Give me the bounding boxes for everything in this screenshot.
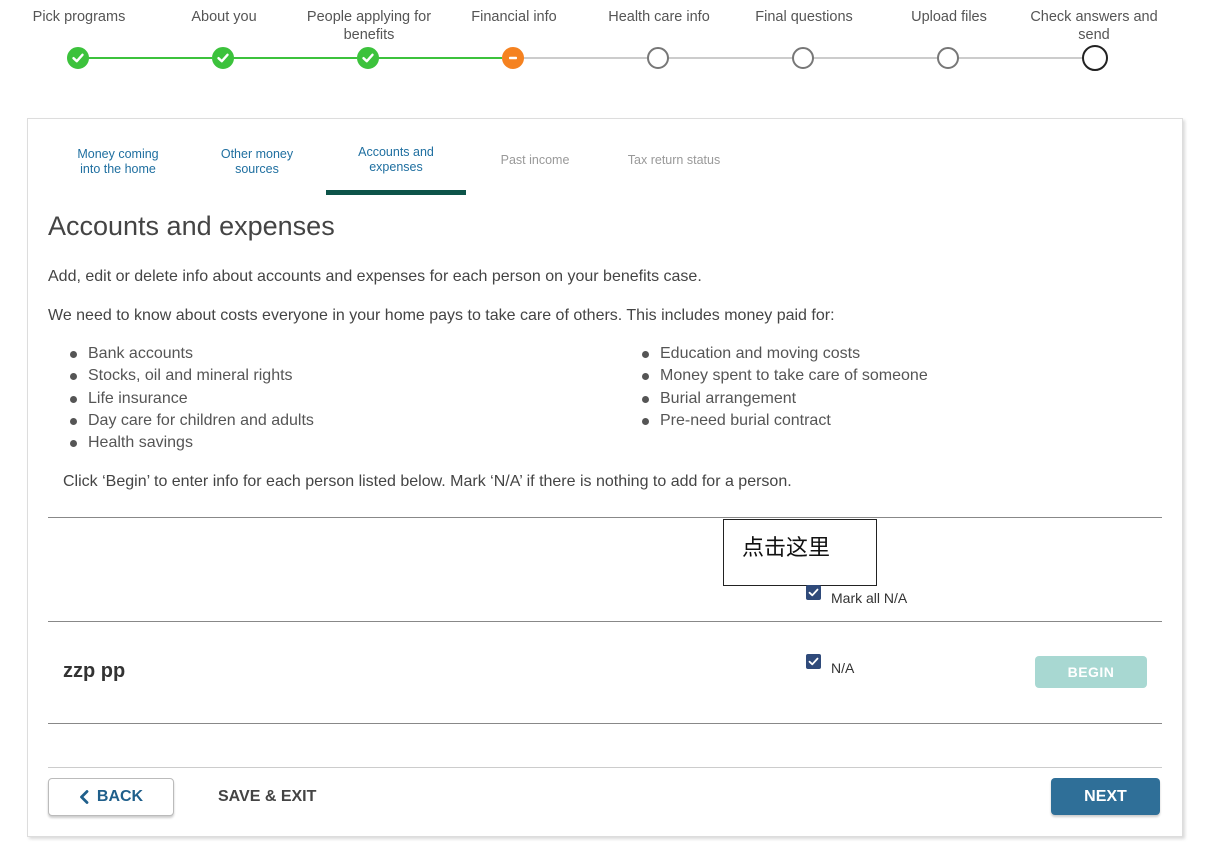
back-button[interactable]: BACK <box>48 778 174 816</box>
instruction-text: Click ‘Begin’ to enter info for each per… <box>63 473 792 490</box>
cost-list-left: Bank accounts Stocks, oil and mineral ri… <box>68 343 314 454</box>
step-label-financial-info: Financial info <box>471 9 557 25</box>
step-pending-circle-icon <box>792 47 814 69</box>
step-connector <box>378 57 502 59</box>
step-label-check-answers: Check answers and send <box>1030 9 1158 43</box>
divider <box>48 621 1162 622</box>
step-label-about-you: About you <box>191 9 257 25</box>
list-item: Health savings <box>68 432 314 454</box>
step-done-check-icon <box>212 47 234 69</box>
divider <box>48 723 1162 724</box>
divider <box>48 517 1162 518</box>
tab-other-money-sources[interactable]: Other money sources <box>187 143 327 195</box>
step-pending-circle-icon <box>937 47 959 69</box>
tab-label: Money coming into the home <box>77 147 159 176</box>
tab-label: Accounts and expenses <box>358 145 434 174</box>
next-button[interactable]: NEXT <box>1051 778 1160 815</box>
step-connector <box>813 57 937 59</box>
list-item: Stocks, oil and mineral rights <box>68 365 314 387</box>
tab-past-income: Past income <box>465 143 605 195</box>
person-na-label[interactable]: N/A <box>831 660 854 676</box>
step-done-check-icon <box>357 47 379 69</box>
intro-text: Add, edit or delete info about accounts … <box>48 268 702 285</box>
tab-accounts-and-expenses[interactable]: Accounts and expenses <box>326 143 466 195</box>
step-label-pick-programs: Pick programs <box>32 9 126 25</box>
checkmark-icon <box>808 657 819 666</box>
person-name: zzp pp <box>63 660 126 682</box>
step-connector <box>523 57 647 59</box>
list-item: Day care for children and adults <box>68 410 314 432</box>
cost-list-right: Education and moving costs Money spent t… <box>640 343 928 432</box>
annotation-box: 点击这里 <box>723 519 877 586</box>
step-connector <box>88 57 212 59</box>
step-label-final-questions: Final questions <box>755 9 853 25</box>
tab-label: Tax return status <box>627 153 721 167</box>
divider <box>48 767 1162 768</box>
list-item: Education and moving costs <box>640 343 928 365</box>
step-done-check-icon <box>67 47 89 69</box>
page-title: Accounts and expenses <box>48 211 335 241</box>
tab-label: Other money sources <box>220 147 294 176</box>
step-connector <box>668 57 792 59</box>
begin-button[interactable]: BEGIN <box>1035 656 1147 688</box>
step-label-people-applying: People applying for benefits <box>306 9 432 43</box>
list-item: Life insurance <box>68 388 314 410</box>
step-label-health-care-info: Health care info <box>608 9 710 25</box>
mark-all-na-label[interactable]: Mark all N/A <box>831 590 907 606</box>
progress-stepper: Pick programs About you People applying … <box>0 0 1226 90</box>
step-label-upload-files: Upload files <box>911 9 987 25</box>
tab-money-coming-into-home[interactable]: Money coming into the home <box>48 143 188 195</box>
costs-intro-text: We need to know about costs everyone in … <box>48 307 835 324</box>
step-connector <box>233 57 357 59</box>
person-na-checkbox[interactable] <box>806 654 821 669</box>
chevron-left-icon <box>79 790 89 804</box>
step-current-minus-icon <box>502 47 524 69</box>
tab-label: Past income <box>500 153 570 167</box>
checkmark-icon <box>808 588 819 597</box>
back-label: BACK <box>96 788 144 805</box>
step-pending-circle-icon <box>647 47 669 69</box>
main-card: Money coming into the home Other money s… <box>27 118 1183 837</box>
mark-all-na-checkbox[interactable] <box>806 585 821 600</box>
step-pending-circle-icon <box>1082 45 1108 71</box>
list-item: Money spent to take care of someone <box>640 365 928 387</box>
save-and-exit-link[interactable]: SAVE & EXIT <box>218 788 316 806</box>
list-item: Bank accounts <box>68 343 314 365</box>
list-item: Burial arrangement <box>640 388 928 410</box>
step-connector <box>958 57 1082 59</box>
tab-tax-return-status: Tax return status <box>604 143 744 195</box>
list-item: Pre-need burial contract <box>640 410 928 432</box>
